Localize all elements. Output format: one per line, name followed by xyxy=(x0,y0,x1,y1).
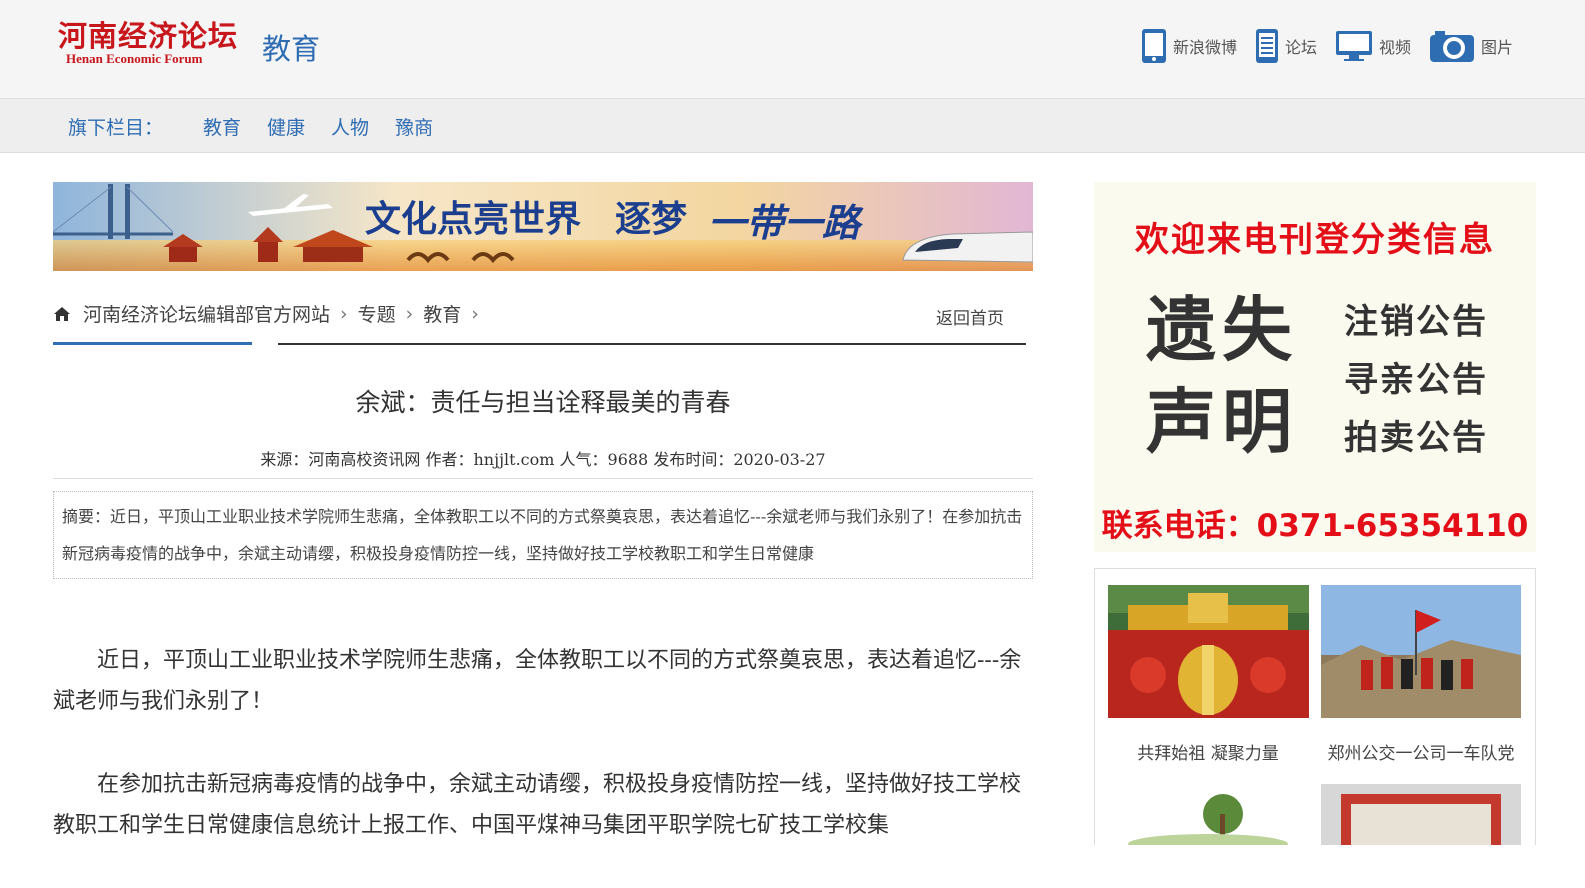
ad-auction-notice: 拍卖公告 xyxy=(1344,418,1488,458)
weibo-link[interactable]: 新浪微博 xyxy=(1141,28,1237,64)
subnav-item-education[interactable]: 教育 xyxy=(203,113,241,140)
video-label: 视频 xyxy=(1378,38,1411,57)
monitor-icon xyxy=(1335,31,1372,61)
article-title: 余斌：责任与担当诠释最美的青春 xyxy=(355,388,731,417)
promo-banner[interactable]: 文化点亮世界 逐梦 一带一路 xyxy=(53,182,1033,271)
article-summary: 摘要：近日，平顶山工业职业技术学院师生悲痛，全体教职工以不同的方式祭奠哀思，表达… xyxy=(53,491,1033,579)
article-body: 近日，平顶山工业职业技术学院师生悲痛，全体教职工以不同的方式祭奠哀思，表达着追忆… xyxy=(53,640,1026,888)
site-logo[interactable]: 河南经济论坛 Henan Economic Forum xyxy=(58,20,238,66)
home-icon[interactable] xyxy=(53,306,71,322)
ad-title: 欢迎来电刊登分类信息 xyxy=(1135,220,1495,260)
ad-lost-text: 遗失 xyxy=(1146,289,1298,371)
article-paragraph: 在参加抗击新冠病毒疫情的战争中，余斌主动请缨，积极投身疫情防控一线，坚持做好技工… xyxy=(53,772,1022,838)
top-header: 河南经济论坛 Henan Economic Forum 教育 新浪微博 论坛 视… xyxy=(0,0,1585,99)
photo-caption[interactable]: 共拜始祖 凝聚力量 xyxy=(1103,739,1313,764)
ad-statement-text: 声明 xyxy=(1146,381,1298,463)
forum-label: 论坛 xyxy=(1284,38,1317,57)
photo-item[interactable] xyxy=(1321,784,1521,845)
photo-gallery: 共拜始祖 凝聚力量 郑州公交一公司一车队党 xyxy=(1094,568,1536,845)
sub-navigation: 旗下栏目： 教育 健康 人物 豫商 xyxy=(0,99,1585,153)
classified-ad[interactable]: 欢迎来电刊登分类信息 遗失 声明 注销公告 寻亲公告 拍卖公告 联系电话：037… xyxy=(1094,182,1536,552)
breadcrumb-topic[interactable]: 专题 xyxy=(358,300,396,327)
banner-text-dream: 逐梦 xyxy=(615,199,687,240)
top-links: 新浪微博 论坛 视频 图片 xyxy=(1123,28,1513,64)
subnav-label: 旗下栏目： xyxy=(68,117,164,139)
logo-english-text: Henan Economic Forum xyxy=(66,51,203,66)
photo-tree-image xyxy=(1108,784,1309,845)
section-title: 教育 xyxy=(262,32,321,66)
picture-label: 图片 xyxy=(1480,38,1513,57)
photo-team-image xyxy=(1321,585,1521,718)
photo-item[interactable] xyxy=(1321,585,1521,722)
tablet-icon xyxy=(1255,29,1278,63)
forum-link[interactable]: 论坛 xyxy=(1255,28,1317,64)
photo-item[interactable] xyxy=(1108,585,1309,722)
banner-image: 文化点亮世界 逐梦 一带一路 xyxy=(53,182,1033,271)
logo-chinese-text: 河南经济论坛 xyxy=(58,19,239,53)
chevron-right-icon: › xyxy=(340,302,348,325)
meta-divider xyxy=(53,478,1033,479)
breadcrumb-accent-line xyxy=(53,342,252,345)
photo-item[interactable] xyxy=(1108,784,1309,845)
breadcrumb-divider xyxy=(278,343,1026,345)
chevron-right-icon: › xyxy=(471,302,479,325)
breadcrumb: 河南经济论坛编辑部官方网站 › 专题 › 教育 › 返回首页 xyxy=(53,300,1026,346)
ad-family-notice: 寻亲公告 xyxy=(1344,360,1488,400)
article-paragraph: 近日，平顶山工业职业技术学院师生悲痛，全体教职工以不同的方式祭奠哀思，表达着追忆… xyxy=(53,648,1022,714)
chevron-right-icon: › xyxy=(405,302,414,325)
ad-phone: 联系电话：0371-65354110 xyxy=(1101,508,1529,544)
back-home-link[interactable]: 返回首页 xyxy=(936,304,1004,329)
picture-link[interactable]: 图片 xyxy=(1429,29,1513,63)
subnav-item-people[interactable]: 人物 xyxy=(331,113,369,140)
banner-text-culture: 文化点亮世界 xyxy=(365,199,581,240)
banner-text-belt-road: 一带一路 xyxy=(708,200,864,245)
breadcrumb-site[interactable]: 河南经济论坛编辑部官方网站 xyxy=(83,300,330,327)
photo-caption[interactable]: 郑州公交一公司一车队党 xyxy=(1316,739,1526,764)
weibo-label: 新浪微博 xyxy=(1172,38,1237,57)
photo-ceremony-image xyxy=(1108,585,1309,718)
phone-icon xyxy=(1141,29,1166,63)
ad-cancel-notice: 注销公告 xyxy=(1344,302,1488,342)
subnav-item-health[interactable]: 健康 xyxy=(267,113,305,140)
video-link[interactable]: 视频 xyxy=(1335,30,1411,62)
photo-building-image xyxy=(1321,784,1521,845)
subnav-item-henan-business[interactable]: 豫商 xyxy=(395,113,433,140)
article-meta: 来源：河南高校资讯网 作者：hnjjlt.com 人气：9688 发布时间：20… xyxy=(260,450,826,469)
camera-icon xyxy=(1429,31,1474,62)
breadcrumb-education[interactable]: 教育 xyxy=(423,300,461,327)
